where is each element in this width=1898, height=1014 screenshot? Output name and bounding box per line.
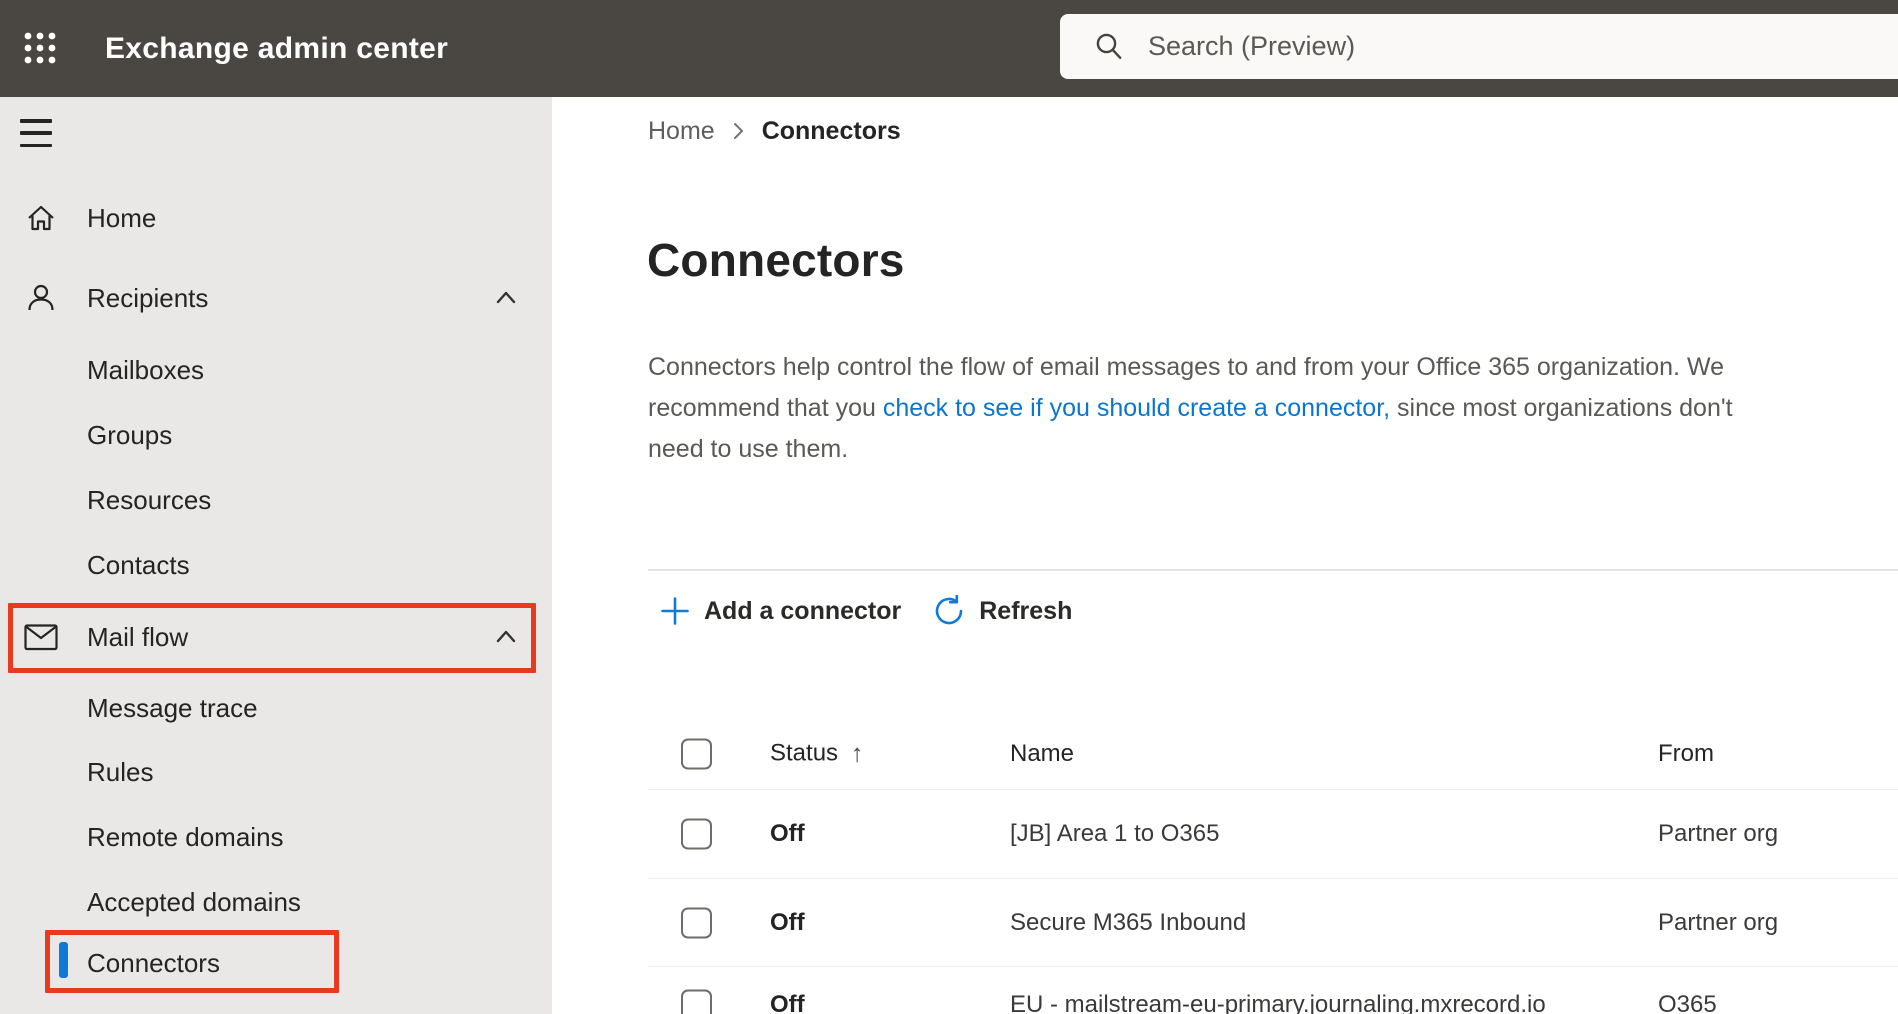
add-connector-label: Add a connector: [704, 596, 902, 625]
sidebar-item-label: Recipients: [87, 282, 209, 313]
plus-icon: [661, 597, 689, 625]
main-content: Home Connectors Connectors Connectors he…: [552, 97, 1898, 1014]
hamburger-icon: [20, 119, 52, 123]
breadcrumb-current: Connectors: [761, 116, 901, 145]
sidebar-item-label: Mailboxes: [87, 354, 205, 385]
sidebar-item-label: Groups: [87, 419, 173, 450]
sidebar-item-rules[interactable]: Rules: [0, 748, 552, 796]
sidebar-item-label: Accepted domains: [87, 886, 301, 917]
add-connector-button[interactable]: Add a connector: [660, 596, 901, 626]
chevron-up-icon[interactable]: [493, 285, 519, 311]
column-header-status[interactable]: Status ↑: [770, 739, 864, 768]
sidebar-item-recipients[interactable]: Recipients: [0, 266, 552, 330]
sidebar-item-label: Rules: [87, 756, 154, 787]
breadcrumb-home-link[interactable]: Home: [648, 117, 715, 146]
sidebar-item-connectors[interactable]: Connectors: [0, 939, 552, 987]
from-cell: O365: [1658, 991, 1717, 1014]
menu-button[interactable]: [20, 119, 58, 147]
sidebar-item-label: Resources: [87, 484, 212, 515]
sidebar-item-label: Connectors: [87, 947, 220, 978]
table-row[interactable]: Off Secure M365 Inbound Partner org: [552, 879, 1898, 966]
sidebar-item-message-trace[interactable]: Message trace: [0, 684, 552, 732]
from-cell: Partner org: [1658, 908, 1779, 936]
name-cell[interactable]: [JB] Area 1 to O365: [1010, 820, 1219, 848]
from-cell: Partner org: [1658, 820, 1779, 847]
refresh-label: Refresh: [979, 596, 1073, 625]
app-launcher-button[interactable]: [12, 20, 68, 76]
row-checkbox[interactable]: [681, 818, 712, 850]
sidebar-item-remote-domains[interactable]: Remote domains: [0, 813, 552, 861]
page-title: Connectors: [647, 234, 905, 286]
refresh-icon: [935, 595, 963, 625]
status-cell: Off: [770, 820, 805, 847]
row-checkbox[interactable]: [681, 907, 712, 938]
column-header-status-label: Status: [770, 739, 839, 767]
sidebar-item-mailboxes[interactable]: Mailboxes: [0, 346, 552, 394]
chevron-right-icon: [733, 123, 743, 139]
create-connector-link[interactable]: check to see if you should create a conn…: [883, 394, 1390, 422]
page-description: Connectors help control the flow of emai…: [648, 347, 1733, 470]
selected-item-indicator: [59, 942, 68, 978]
toolbar-divider: [648, 569, 1898, 571]
sidebar-item-label: Home: [87, 202, 157, 233]
sidebar-item-accepted-domains[interactable]: Accepted domains: [0, 878, 552, 926]
sidebar-item-mail-flow[interactable]: Mail flow: [0, 605, 552, 669]
sidebar-nav: Home Recipients Mailboxes Groups Resourc…: [0, 97, 552, 1014]
sidebar-item-label: Mail flow: [87, 621, 189, 652]
chevron-up-icon[interactable]: [493, 624, 519, 650]
description-line2-after: since most organizations don't: [1390, 394, 1733, 422]
column-header-from[interactable]: From: [1658, 740, 1714, 768]
app-launcher-icon: [24, 32, 56, 64]
table-header: Status ↑ Name From: [552, 718, 1898, 789]
search-box[interactable]: [1060, 14, 1898, 79]
description-line3: need to use them.: [648, 435, 849, 463]
topbar: Exchange admin center: [0, 0, 1898, 97]
breadcrumb: Home Connectors: [648, 113, 901, 149]
sidebar-item-label: Contacts: [87, 549, 190, 580]
name-cell[interactable]: Secure M365 Inbound: [1010, 909, 1246, 937]
connectors-table: Status ↑ Name From Off [JB] Area 1 to O3…: [552, 718, 1898, 1014]
refresh-button[interactable]: Refresh: [933, 595, 1072, 627]
status-cell: Off: [770, 991, 805, 1014]
app-title: Exchange admin center: [105, 31, 449, 65]
sort-ascending-icon: ↑: [851, 739, 864, 767]
description-line2-before: recommend that you: [648, 394, 883, 422]
sidebar-item-label: Remote domains: [87, 821, 284, 852]
search-input[interactable]: [1148, 31, 1788, 62]
description-line1: Connectors help control the flow of emai…: [648, 353, 1725, 381]
sidebar-item-contacts[interactable]: Contacts: [0, 541, 552, 589]
select-all-checkbox[interactable]: [681, 738, 712, 769]
sidebar-item-home[interactable]: Home: [0, 186, 552, 250]
home-icon: [24, 201, 58, 235]
sidebar-item-label: Message trace: [87, 692, 258, 723]
table-row[interactable]: Off [JB] Area 1 to O365 Partner org: [552, 790, 1898, 878]
person-icon: [24, 281, 58, 315]
exchange-admin-center-window: Exchange admin center Home: [0, 0, 1898, 1014]
search-icon: [1096, 33, 1122, 59]
sidebar-item-groups[interactable]: Groups: [0, 411, 552, 459]
row-checkbox[interactable]: [681, 989, 712, 1014]
toolbar: Add a connector Refresh: [648, 583, 1072, 639]
column-header-name[interactable]: Name: [1010, 740, 1074, 768]
mail-icon: [24, 620, 58, 654]
sidebar-item-resources[interactable]: Resources: [0, 476, 552, 524]
status-cell: Off: [770, 908, 805, 936]
name-cell[interactable]: EU - mailstream-eu-primary.journaling.mx…: [1010, 991, 1546, 1014]
table-row[interactable]: Off EU - mailstream-eu-primary.journalin…: [552, 967, 1898, 1014]
